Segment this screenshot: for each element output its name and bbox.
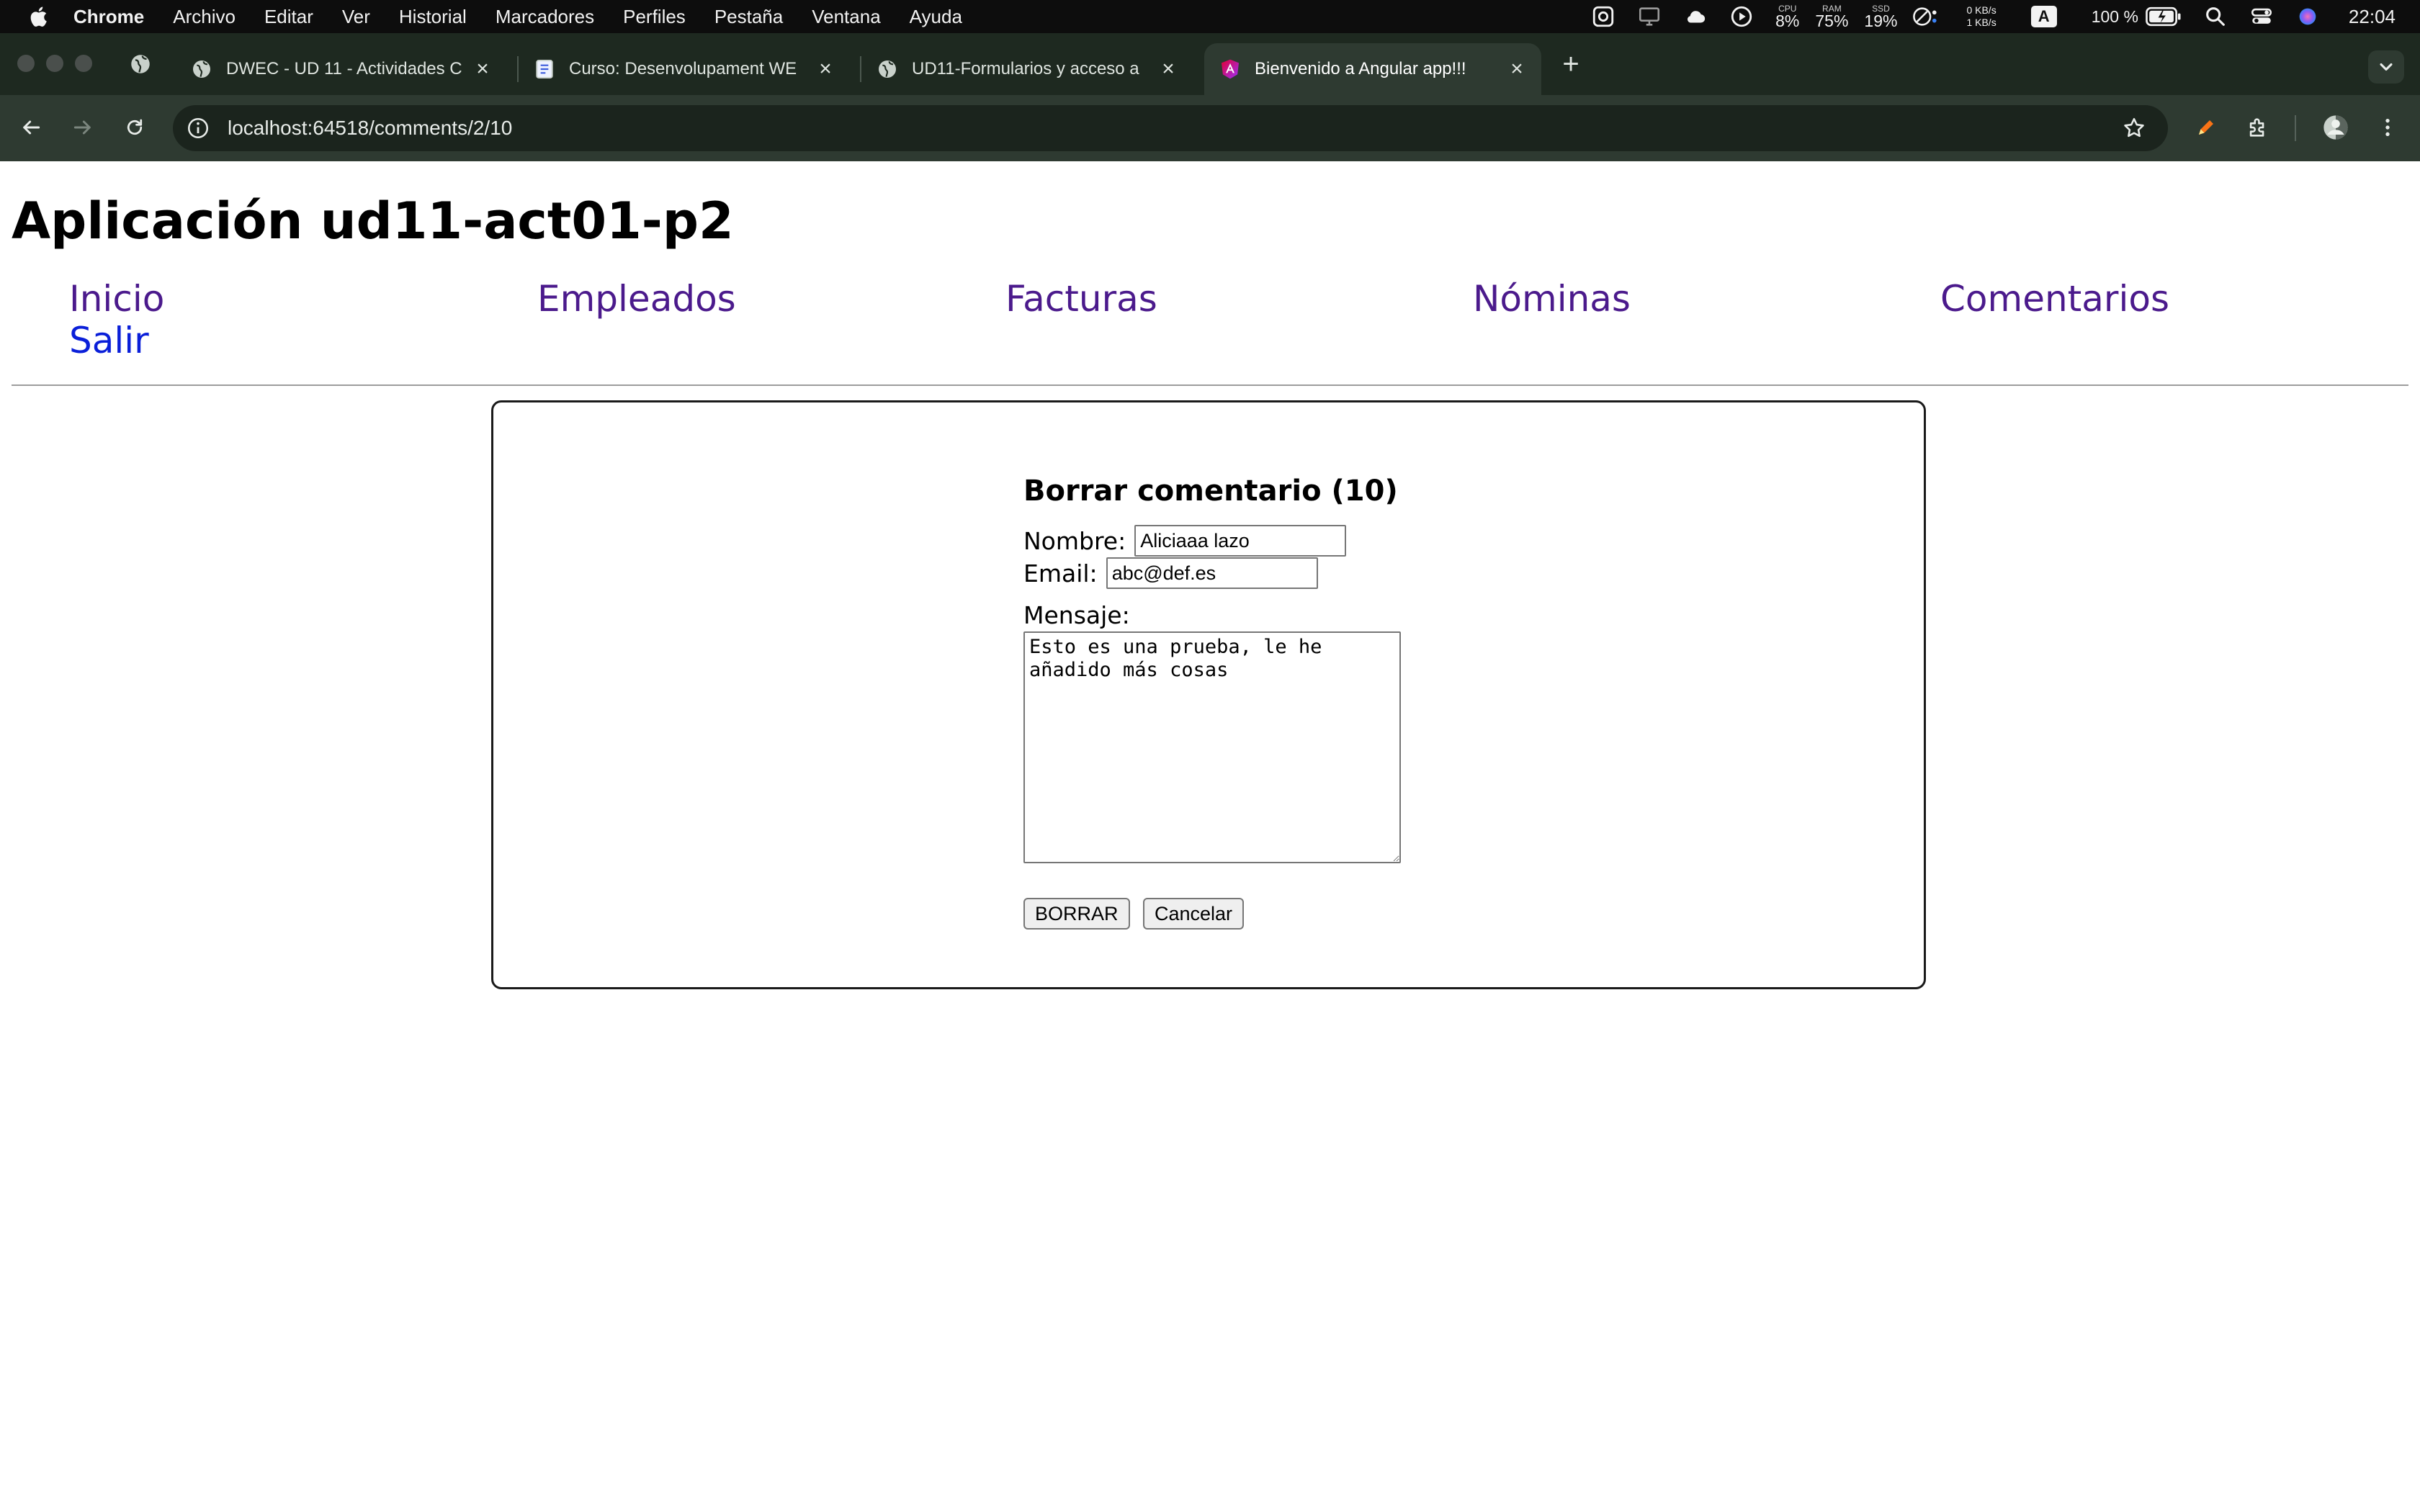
close-tab-icon[interactable]: × <box>1507 57 1527 81</box>
ram-stat[interactable]: RAM 75% <box>1815 4 1848 30</box>
cloud-icon[interactable] <box>1683 4 1708 29</box>
nav-link-comentarios[interactable]: Comentarios <box>1940 278 2169 320</box>
battery-percent[interactable]: 100 % <box>2092 7 2138 27</box>
window-controls <box>17 55 92 72</box>
nav-link-facturas[interactable]: Facturas <box>1005 278 1157 320</box>
net-up: 1 KB/s <box>1966 17 1996 28</box>
arrow-left-icon <box>23 120 40 135</box>
nav-link-inicio[interactable]: Inicio <box>69 278 164 320</box>
gpu-dial-icon[interactable] <box>1913 4 1937 29</box>
zoom-window-button[interactable] <box>75 55 92 72</box>
tab-title: Curso: Desenvolupament WE <box>569 59 797 78</box>
address-url[interactable]: localhost:64518/comments/2/10 <box>228 117 512 140</box>
net-down: 0 KB/s <box>1966 4 1996 16</box>
globe-icon <box>193 60 210 78</box>
menu-perfiles[interactable]: Perfiles <box>623 0 686 33</box>
browser-toolbar: localhost:64518/comments/2/10 <box>0 95 2420 161</box>
siri-icon[interactable] <box>2295 4 2320 29</box>
address-bar[interactable]: localhost:64518/comments/2/10 <box>173 105 2168 151</box>
delete-comment-card: Borrar comentario (10) Nombre: Email: Me… <box>491 400 1926 989</box>
spotlight-search-icon[interactable] <box>2203 4 2228 29</box>
tab-title: DWEC - UD 11 - Actividades C <box>226 59 462 78</box>
minimize-window-button[interactable] <box>46 55 63 72</box>
input-source-icon[interactable]: A <box>2030 6 2057 27</box>
site-info-icon[interactable] <box>186 116 210 140</box>
document-icon <box>536 60 553 78</box>
chrome-menu-button[interactable] <box>2371 111 2404 144</box>
arrow-right-icon <box>73 120 91 135</box>
reload-icon <box>127 119 143 135</box>
divider <box>12 384 2408 386</box>
display-icon[interactable] <box>1637 4 1662 29</box>
email-field[interactable] <box>1106 557 1318 589</box>
menu-ayuda[interactable]: Ayuda <box>910 0 962 33</box>
browser-tab-strip: DWEC - UD 11 - Actividades C × Curso: De… <box>0 33 2420 95</box>
close-tab-icon[interactable]: × <box>1158 57 1178 81</box>
avatar-icon <box>2323 115 2348 140</box>
name-label: Nombre: <box>1023 526 1126 555</box>
tab-title: UD11-Formularios y acceso a <box>912 59 1139 78</box>
close-window-button[interactable] <box>17 55 35 72</box>
cpu-stat[interactable]: CPU 8% <box>1775 4 1799 30</box>
control-center-icon[interactable] <box>2249 4 2274 29</box>
pen-extension-button[interactable] <box>2190 111 2223 144</box>
nav-link-empleados[interactable]: Empleados <box>537 278 736 320</box>
puzzle-icon <box>2249 118 2264 137</box>
delete-button[interactable]: BORRAR <box>1023 898 1130 930</box>
close-tab-icon[interactable]: × <box>472 57 493 81</box>
kebab-menu-icon <box>2385 119 2390 136</box>
apple-logo-icon[interactable] <box>27 4 52 29</box>
nav-link-salir[interactable]: Salir <box>69 320 149 361</box>
network-stat[interactable]: 0 KB/s 1 KB/s <box>1966 4 1996 29</box>
ram-value: 75% <box>1815 11 1849 30</box>
play-icon[interactable] <box>1729 4 1754 29</box>
menubar-clock[interactable]: 22:04 <box>2349 6 2396 28</box>
menu-editar[interactable]: Editar <box>264 0 313 33</box>
battery-icon[interactable] <box>2146 4 2182 29</box>
web-page: Aplicación ud11-act01-p2 Inicio Empleado… <box>0 161 2420 1512</box>
tab-curso[interactable]: Curso: Desenvolupament WE × <box>519 43 850 95</box>
angular-icon <box>1222 59 1239 79</box>
ssd-value: 19% <box>1864 11 1898 30</box>
tab-title: Bienvenido a Angular app!!! <box>1255 59 1466 78</box>
pinned-tab-globe-icon[interactable] <box>128 52 153 76</box>
close-tab-icon[interactable]: × <box>815 57 835 81</box>
toolbar-divider <box>2295 115 2296 141</box>
menu-historial[interactable]: Historial <box>399 0 467 33</box>
new-tab-button[interactable]: + <box>1556 48 1586 80</box>
tab-dwec[interactable]: DWEC - UD 11 - Actividades C × <box>176 43 507 95</box>
macos-menu-bar: Chrome Archivo Editar Ver Historial Marc… <box>0 0 2420 33</box>
menu-archivo[interactable]: Archivo <box>173 0 236 33</box>
menu-ventana[interactable]: Ventana <box>812 0 880 33</box>
menu-pestana[interactable]: Pestaña <box>714 0 783 33</box>
menu-ver[interactable]: Ver <box>342 0 370 33</box>
form-heading: Borrar comentario (10) <box>1023 474 1398 508</box>
back-button[interactable] <box>14 111 48 144</box>
ssd-stat[interactable]: SSD 19% <box>1864 4 1897 30</box>
cancel-button[interactable]: Cancelar <box>1143 898 1245 930</box>
globe-icon <box>879 60 896 78</box>
profile-button[interactable] <box>2319 111 2352 144</box>
name-field[interactable] <box>1134 525 1347 557</box>
extensions-button[interactable] <box>2241 111 2275 144</box>
name-row: Nombre: <box>1023 525 1347 557</box>
email-label: Email: <box>1023 559 1098 588</box>
bookmark-star-icon[interactable] <box>2122 116 2146 140</box>
tab-search-button[interactable] <box>2368 50 2404 84</box>
menu-marcadores[interactable]: Marcadores <box>496 0 594 33</box>
tab-angular-active[interactable]: Bienvenido a Angular app!!! × <box>1204 43 1541 95</box>
pencil-icon <box>2199 120 2213 135</box>
page-title: Aplicación ud11-act01-p2 <box>12 192 734 251</box>
message-label: Mensaje: <box>1023 601 1130 629</box>
control-center-app-icon[interactable] <box>1591 4 1615 29</box>
cpu-value: 8% <box>1775 11 1800 30</box>
email-row: Email: <box>1023 557 1318 589</box>
message-textarea[interactable]: Esto es una prueba, le he añadido más co… <box>1023 631 1401 863</box>
forward-button[interactable] <box>66 111 99 144</box>
nav-link-nominas[interactable]: Nóminas <box>1473 278 1631 320</box>
chevron-down-icon <box>2380 63 2393 71</box>
tab-ud11[interactable]: UD11-Formularios y acceso a × <box>861 43 1193 95</box>
reload-button[interactable] <box>118 111 151 144</box>
menu-app-name[interactable]: Chrome <box>73 0 144 33</box>
